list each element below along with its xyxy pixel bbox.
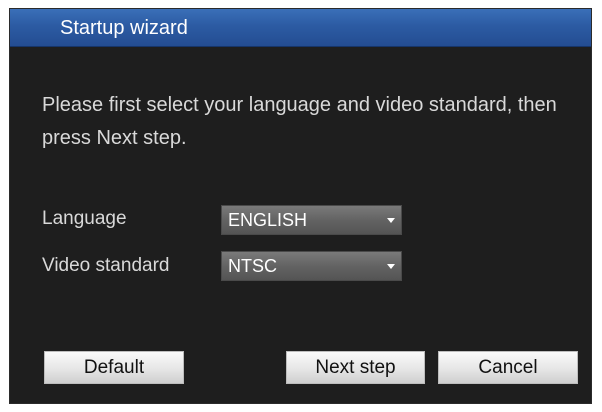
chevron-down-icon [387,218,395,223]
language-label: Language [42,208,127,229]
language-select[interactable]: ENGLISH [221,205,402,235]
video-standard-select[interactable]: NTSC [221,251,402,281]
startup-wizard-dialog: Startup wizard Please first select your … [9,8,592,404]
chevron-down-icon [387,264,395,269]
default-button[interactable]: Default [44,351,184,384]
video-standard-label: Video standard [42,255,170,276]
dialog-title: Startup wizard [60,17,188,39]
instruction-text: Please first select your language and vi… [42,94,557,149]
language-select-value: ENGLISH [228,210,308,230]
next-step-button[interactable]: Next step [286,351,425,384]
title-bar: Startup wizard [10,9,591,47]
video-standard-select-value: NTSC [228,256,277,276]
cancel-button[interactable]: Cancel [438,351,578,384]
